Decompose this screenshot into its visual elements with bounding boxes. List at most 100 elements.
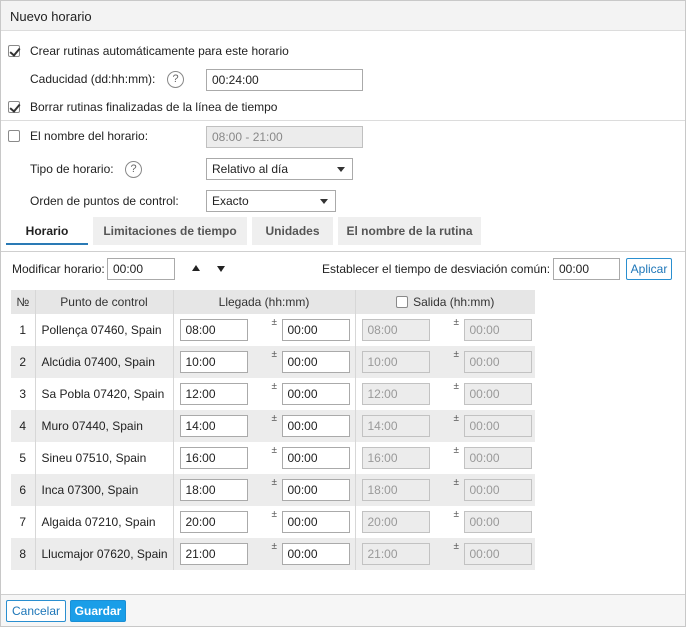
arrival-cell: 14:00 ±00:00 (173, 410, 356, 442)
schedule-name-input[interactable]: 08:00 - 21:00 (206, 126, 363, 148)
schedule-type-select[interactable]: Relativo al día (206, 158, 353, 180)
tab-schedule[interactable]: Horario (6, 217, 88, 245)
row-number: 1 (11, 314, 36, 346)
arrival-time-input[interactable]: 10:00 (179, 351, 248, 373)
arrival-deviation-input[interactable]: 00:00 (281, 351, 350, 373)
arrival-time-input[interactable]: 20:00 (179, 511, 248, 533)
deviation-sign: ± (271, 477, 278, 488)
departure-deviation-input[interactable]: 00:00 (463, 383, 532, 405)
deviation-sign: ± (453, 381, 460, 392)
departure-time-input[interactable]: 10:00 (361, 351, 430, 373)
header-num: № (11, 290, 36, 314)
deviation-sign: ± (453, 509, 460, 520)
departure-time-input[interactable]: 20:00 (361, 511, 430, 533)
departure-deviation-input[interactable]: 00:00 (463, 415, 532, 437)
schedule-type-label: Tipo de horario: (30, 162, 114, 176)
chevron-down-icon (320, 199, 328, 204)
arrival-time-input[interactable]: 18:00 (179, 479, 248, 501)
table-row: 3 Sa Pobla 07420, Spain 12:00 ±00:00 12:00 ±0… (11, 378, 535, 410)
schedule-type-help-icon[interactable]: ? (125, 161, 142, 178)
header-arrival: Llegada (hh:mm) (173, 290, 356, 314)
departure-checkbox[interactable] (396, 296, 409, 308)
deviation-sign: ± (453, 541, 460, 552)
arrival-time-input[interactable]: 16:00 (179, 447, 248, 469)
tab-routine-name[interactable]: El nombre de la rutina (338, 217, 481, 245)
schedule-name-label: El nombre del horario: (30, 129, 149, 143)
departure-deviation-input[interactable]: 00:00 (463, 543, 532, 565)
checkpoint-name: Algaida 07210, Spain (35, 506, 174, 538)
row-number: 7 (11, 506, 36, 538)
table-row: 4 Muro 07440, Spain 14:00 ±00:00 14:00 ±00:00 (11, 410, 535, 442)
tab-divider (1, 251, 685, 252)
departure-cell: 20:00 ±00:00 (355, 506, 535, 538)
tab-units[interactable]: Unidades (252, 217, 333, 245)
deviation-sign: ± (453, 413, 460, 424)
arrival-time-input[interactable]: 21:00 (179, 543, 248, 565)
expiry-help-icon[interactable]: ? (167, 71, 184, 88)
save-button[interactable]: Guardar (70, 600, 126, 622)
table-row: 7 Algaida 07210, Spain 20:00 ±00:00 20:00 ±00… (11, 506, 535, 538)
arrival-cell: 08:00 ±00:00 (173, 314, 356, 346)
departure-deviation-input[interactable]: 00:00 (463, 351, 532, 373)
checkpoint-name: Sineu 07510, Spain (35, 442, 174, 474)
expiry-label: Caducidad (dd:hh:mm): (30, 72, 156, 86)
delete-finished-label: Borrar rutinas finalizadas de la línea d… (30, 100, 278, 114)
arrival-deviation-input[interactable]: 00:00 (281, 383, 350, 405)
departure-time-input[interactable]: 08:00 (361, 319, 430, 341)
row-number: 4 (11, 410, 36, 442)
expiry-input[interactable]: 00:24:00 (206, 69, 363, 91)
arrival-deviation-input[interactable]: 00:00 (281, 447, 350, 469)
checkpoint-name: Alcúdia 07400, Spain (35, 346, 174, 378)
table-row: 1 Pollença 07460, Spain 08:00 ±00:00 08:00 ±0… (11, 314, 535, 346)
arrival-cell: 20:00 ±00:00 (173, 506, 356, 538)
modify-schedule-label: Modificar horario: (12, 262, 105, 276)
header-point: Punto de control (35, 290, 174, 314)
departure-cell: 21:00 ±00:00 (355, 538, 535, 570)
departure-time-input[interactable]: 21:00 (361, 543, 430, 565)
departure-deviation-input[interactable]: 00:00 (463, 479, 532, 501)
apply-button[interactable]: Aplicar (626, 258, 672, 280)
arrival-deviation-input[interactable]: 00:00 (281, 319, 350, 341)
deviation-sign: ± (453, 477, 460, 488)
arrival-time-input[interactable]: 12:00 (179, 383, 248, 405)
dialog-title: Nuevo horario (10, 9, 92, 24)
modify-schedule-input[interactable]: 00:00 (107, 258, 175, 280)
checkpoint-order-value: Exacto (212, 194, 249, 208)
dialog-titlebar: Nuevo horario (1, 1, 685, 31)
arrival-deviation-input[interactable]: 00:00 (281, 415, 350, 437)
arrival-time-input[interactable]: 14:00 (179, 415, 248, 437)
departure-time-input[interactable]: 18:00 (361, 479, 430, 501)
departure-deviation-input[interactable]: 00:00 (463, 319, 532, 341)
arrival-cell: 10:00 ±00:00 (173, 346, 356, 378)
departure-time-input[interactable]: 12:00 (361, 383, 430, 405)
departure-cell: 14:00 ±00:00 (355, 410, 535, 442)
arrival-time-input[interactable]: 08:00 (179, 319, 248, 341)
departure-cell: 18:00 ±00:00 (355, 474, 535, 506)
departure-time-input[interactable]: 16:00 (361, 447, 430, 469)
arrival-cell: 12:00 ±00:00 (173, 378, 356, 410)
arrival-deviation-input[interactable]: 00:00 (281, 543, 350, 565)
arrival-cell: 18:00 ±00:00 (173, 474, 356, 506)
checkpoint-order-select[interactable]: Exacto (206, 190, 336, 212)
deviation-sign: ± (271, 381, 278, 392)
departure-cell: 08:00 ±00:00 (355, 314, 535, 346)
arrow-up-icon[interactable] (192, 265, 200, 271)
deviation-input[interactable]: 00:00 (553, 258, 620, 280)
arrival-deviation-input[interactable]: 00:00 (281, 511, 350, 533)
departure-deviation-input[interactable]: 00:00 (463, 511, 532, 533)
auto-create-checkbox[interactable] (8, 45, 20, 57)
tab-time-limits[interactable]: Limitaciones de tiempo (93, 217, 247, 245)
cancel-button[interactable]: Cancelar (6, 600, 66, 622)
table-row: 8 Llucmajor 07620, Spain 21:00 ±00:00 21:00 ±… (11, 538, 535, 570)
arrow-down-icon[interactable] (217, 266, 225, 272)
deviation-sign: ± (271, 349, 278, 360)
arrival-deviation-input[interactable]: 00:00 (281, 479, 350, 501)
deviation-sign: ± (271, 317, 278, 328)
table-row: 5 Sineu 07510, Spain 16:00 ±00:00 16:00 ±00:0… (11, 442, 535, 474)
departure-deviation-input[interactable]: 00:00 (463, 447, 532, 469)
delete-finished-checkbox[interactable] (8, 101, 20, 113)
schedule-name-checkbox[interactable] (8, 130, 20, 142)
departure-time-input[interactable]: 14:00 (361, 415, 430, 437)
deviation-sign: ± (271, 445, 278, 456)
chevron-down-icon (337, 167, 345, 172)
